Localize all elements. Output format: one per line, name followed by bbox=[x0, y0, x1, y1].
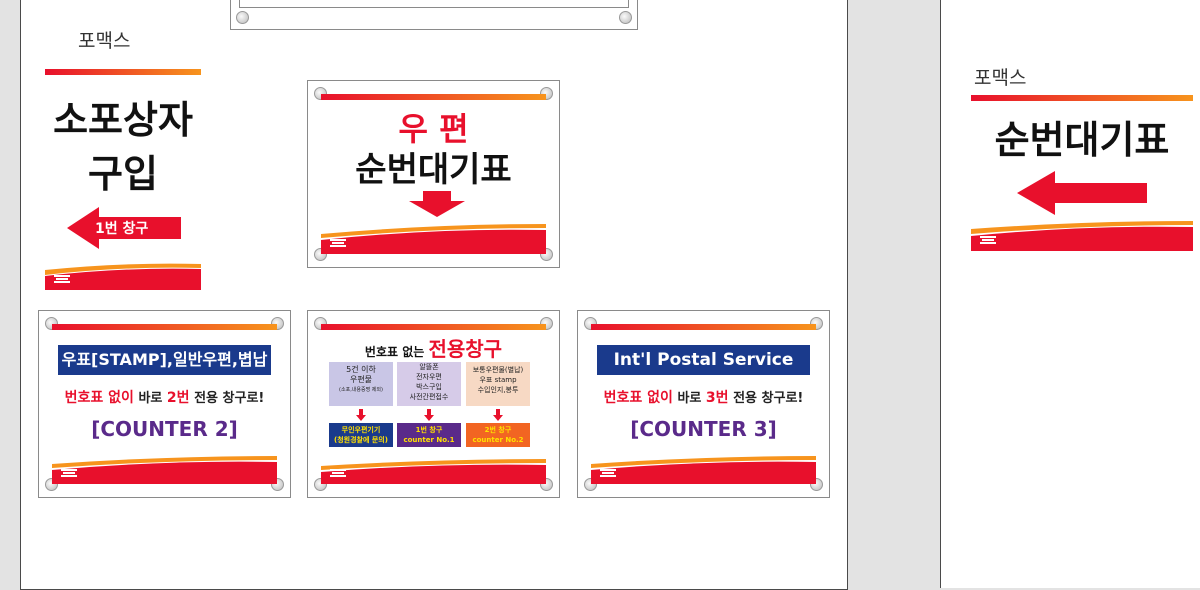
box-line: 박스구입 bbox=[416, 383, 442, 391]
box-line: (소포,내용증명 제외) bbox=[339, 387, 383, 393]
counter-label: [COUNTER 2] bbox=[91, 417, 238, 441]
sign-subtitle: 번호표 없이 바로 2번 전용 창구로! bbox=[52, 387, 277, 407]
material-label-right: 포맥스 bbox=[974, 67, 1027, 89]
sub-text: 바로 bbox=[672, 391, 706, 406]
accent-stripe bbox=[321, 324, 546, 330]
box-line: 사전간편접수 bbox=[409, 393, 449, 401]
post-logo-icon bbox=[330, 469, 346, 477]
accent-stripe bbox=[45, 69, 201, 75]
box-line: counter No.1 bbox=[403, 436, 455, 444]
box-line: 우표 stamp bbox=[479, 376, 517, 384]
box-line: 보통우편물(별납) bbox=[472, 366, 524, 374]
accent-stripe bbox=[591, 324, 816, 330]
sub-emphasis: 번호표 없이 bbox=[64, 390, 134, 406]
swoosh-band bbox=[321, 458, 546, 484]
parcel-box-sign: 소포상자 구입 1번 창구 bbox=[45, 69, 201, 290]
sign-subtitle: 번호표 없이 바로 3번 전용 창구로! bbox=[591, 387, 816, 407]
sub-text: 전용 창구로! bbox=[728, 391, 804, 406]
info-box: 보통우편물(별납) 우표 stamp 수입인지,봉투 bbox=[466, 362, 530, 406]
box-line: (청원경찰에 문의) bbox=[334, 436, 388, 444]
box-line: 우편물 bbox=[349, 375, 373, 384]
postal-queue-sign: 우 편 순번대기표 bbox=[307, 80, 560, 268]
sub-text: 전용 창구로! bbox=[189, 391, 265, 406]
box-line: 수입인지,봉투 bbox=[477, 386, 519, 394]
down-arrow-icon bbox=[356, 409, 366, 421]
accent-stripe bbox=[971, 95, 1193, 101]
box-line: 무인우편기기 bbox=[341, 426, 381, 434]
result-box: 1번 창구 counter No.1 bbox=[397, 423, 461, 447]
swoosh-band bbox=[321, 220, 546, 254]
down-arrow-icon bbox=[409, 191, 465, 217]
material-label-left: 포맥스 bbox=[78, 30, 131, 52]
box-line: 전자우편 bbox=[416, 373, 442, 381]
box-line: 1번 창구 bbox=[415, 426, 443, 434]
sign-heading: 번호표 없는 전용창구 bbox=[321, 333, 546, 362]
box-line: 5건 이하 bbox=[346, 365, 376, 374]
info-box: 5건 이하 우편물 (소포,내용증명 제외) bbox=[329, 362, 393, 406]
sign-title-bar: 우표[STAMP],일반우편,볍납 bbox=[58, 345, 271, 375]
partial-top-sign bbox=[230, 0, 638, 30]
post-logo-icon bbox=[330, 239, 346, 247]
sign-heading: 구입 bbox=[88, 152, 158, 196]
queue-ticket-sign-right: 순번대기표 bbox=[971, 95, 1193, 251]
screw-icon bbox=[619, 11, 632, 24]
left-arrow-icon bbox=[1017, 171, 1147, 215]
box-line: 2번 창구 bbox=[484, 426, 512, 434]
sub-emphasis: 3번 bbox=[705, 390, 729, 406]
sign-title-bar: Int'l Postal Service bbox=[597, 345, 810, 375]
accent-stripe bbox=[321, 94, 546, 100]
heading-text: 번호표 없는 bbox=[364, 345, 429, 359]
box-line: counter No.2 bbox=[472, 436, 524, 444]
sub-emphasis: 2번 bbox=[166, 390, 190, 406]
down-arrow-icon bbox=[424, 409, 434, 421]
box-line: 알뜰폰 bbox=[419, 363, 439, 371]
arrow-text: 1번 창구 bbox=[95, 221, 149, 237]
counter-3-sign: Int'l Postal Service 번호표 없이 바로 3번 전용 창구로… bbox=[577, 310, 830, 498]
swoosh-band bbox=[971, 219, 1193, 251]
result-box: 2번 창구 counter No.2 bbox=[466, 423, 530, 447]
sign-heading: 순번대기표 bbox=[994, 118, 1170, 162]
post-logo-icon bbox=[61, 469, 77, 477]
swoosh-band bbox=[52, 454, 277, 484]
sub-text: 바로 bbox=[133, 391, 167, 406]
sign-heading: 순번대기표 bbox=[355, 150, 512, 190]
counter-label: [COUNTER 3] bbox=[630, 417, 777, 441]
counter-2-sign: 우표[STAMP],일반우편,볍납 번호표 없이 바로 2번 전용 창구로! [… bbox=[38, 310, 291, 498]
swoosh-band bbox=[591, 454, 816, 484]
post-logo-icon bbox=[980, 236, 996, 244]
down-arrow-icon bbox=[493, 409, 503, 421]
dedicated-counter-sign: 번호표 없는 전용창구 5건 이하 우편물 (소포,내용증명 제외) 알뜰폰 전… bbox=[307, 310, 560, 498]
result-box: 무인우편기기 (청원경찰에 문의) bbox=[329, 423, 393, 447]
screw-icon bbox=[236, 11, 249, 24]
info-box: 알뜰폰 전자우편 박스구입 사전간편접수 bbox=[397, 362, 461, 406]
sub-emphasis: 번호표 없이 bbox=[603, 390, 673, 406]
heading-emphasis: 전용창구 bbox=[428, 337, 503, 361]
post-logo-icon bbox=[600, 469, 616, 477]
post-logo-icon bbox=[54, 275, 70, 283]
accent-stripe bbox=[52, 324, 277, 330]
sign-heading: 소포상자 bbox=[53, 98, 193, 142]
